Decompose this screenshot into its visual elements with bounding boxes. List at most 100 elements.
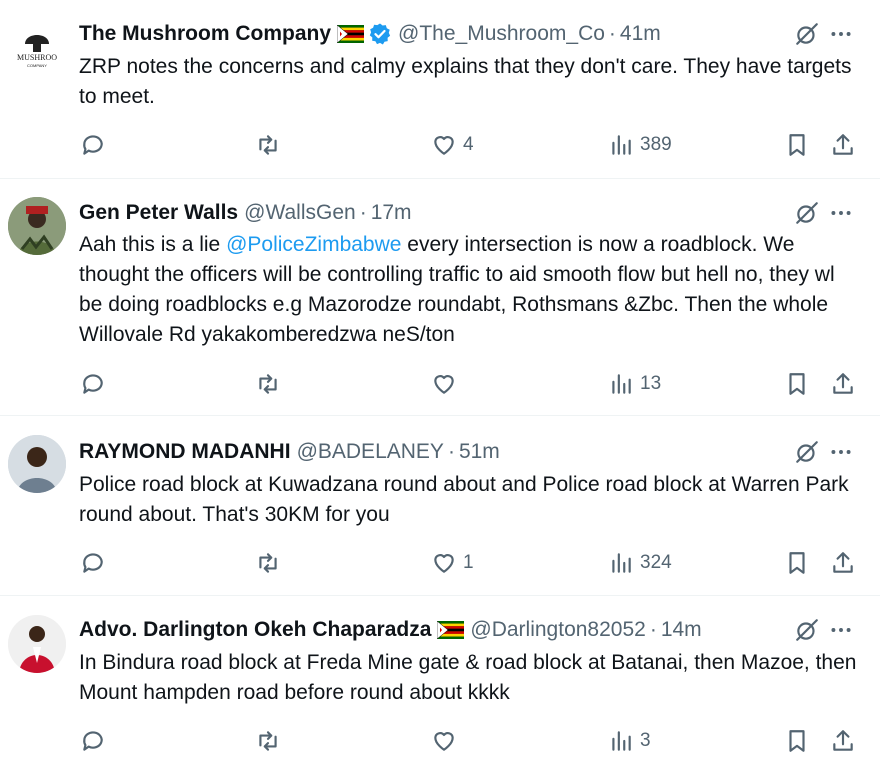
user-avatar-icon bbox=[8, 615, 66, 673]
handle[interactable]: @WallsGen bbox=[244, 201, 356, 225]
zimbabwe-flag-icon bbox=[437, 621, 465, 639]
reply-button[interactable] bbox=[80, 130, 106, 160]
views-icon bbox=[612, 553, 631, 573]
tweet[interactable]: Gen Peter Walls @WallsGen · 17m Aah this… bbox=[0, 179, 880, 416]
timestamp[interactable]: 51m bbox=[459, 440, 500, 464]
like-button[interactable] bbox=[431, 726, 457, 756]
bookmark-button[interactable] bbox=[784, 726, 810, 756]
timestamp[interactable]: 41m bbox=[620, 22, 661, 46]
views-icon bbox=[612, 731, 631, 751]
reply-button[interactable] bbox=[80, 726, 106, 756]
share-button[interactable] bbox=[830, 369, 856, 399]
more-icon[interactable] bbox=[828, 21, 854, 47]
zimbabwe-flag-icon bbox=[337, 25, 365, 43]
tweet-header: The Mushroom Company @The_Mushroom_Co · … bbox=[79, 20, 880, 48]
like-count: 1 bbox=[463, 552, 474, 573]
more-icon[interactable] bbox=[828, 439, 854, 465]
views-icon bbox=[612, 374, 631, 394]
like-button[interactable]: 4 bbox=[431, 130, 474, 160]
reply-icon bbox=[83, 135, 103, 155]
grok-icon[interactable] bbox=[794, 439, 820, 465]
views-button[interactable]: 389 bbox=[608, 130, 672, 160]
more-icon[interactable] bbox=[828, 617, 854, 643]
avatar[interactable] bbox=[8, 435, 66, 493]
bookmark-button[interactable] bbox=[784, 369, 810, 399]
display-name[interactable]: RAYMOND MADANHI bbox=[79, 440, 291, 464]
bookmark-icon bbox=[789, 552, 805, 574]
grok-icon[interactable] bbox=[794, 617, 820, 643]
heart-icon bbox=[434, 375, 454, 394]
action-bar: 1 324 bbox=[79, 548, 860, 578]
handle[interactable]: @BADELANEY bbox=[297, 440, 444, 464]
retweet-button[interactable] bbox=[255, 548, 281, 578]
separator: · bbox=[608, 22, 616, 45]
separator: · bbox=[649, 618, 657, 641]
share-icon bbox=[833, 134, 853, 155]
bookmark-icon bbox=[789, 134, 805, 156]
timestamp[interactable]: 14m bbox=[661, 618, 702, 642]
view-count: 324 bbox=[640, 552, 672, 573]
share-button[interactable] bbox=[830, 548, 856, 578]
share-button[interactable] bbox=[830, 130, 856, 160]
views-icon bbox=[612, 135, 631, 155]
action-bar: 4 389 bbox=[79, 130, 860, 160]
like-button[interactable] bbox=[431, 369, 457, 399]
tweet-feed: MUSHROO COMPANY The Mushroom Company @Th… bbox=[0, 0, 886, 775]
avatar[interactable]: MUSHROO COMPANY bbox=[8, 18, 66, 76]
heart-icon bbox=[434, 136, 454, 155]
svg-text:MUSHROO: MUSHROO bbox=[17, 53, 57, 62]
view-count: 13 bbox=[640, 373, 662, 394]
display-name[interactable]: Gen Peter Walls bbox=[79, 201, 238, 225]
verified-badge-icon bbox=[369, 23, 391, 45]
share-icon bbox=[833, 552, 853, 573]
bookmark-button[interactable] bbox=[784, 548, 810, 578]
retweet-button[interactable] bbox=[255, 369, 281, 399]
mushroom-logo-icon: MUSHROO COMPANY bbox=[8, 18, 66, 76]
like-count: 4 bbox=[463, 134, 474, 155]
tweet-text: ZRP notes the concerns and calmy explain… bbox=[79, 52, 860, 112]
tweet-text-body: ZRP notes the concerns and calmy explain… bbox=[79, 55, 852, 108]
reply-icon bbox=[83, 374, 103, 394]
timestamp[interactable]: 17m bbox=[371, 201, 412, 225]
separator: · bbox=[359, 201, 367, 224]
bookmark-icon bbox=[789, 373, 805, 395]
reply-icon bbox=[83, 731, 103, 751]
grok-icon[interactable] bbox=[794, 200, 820, 226]
tweet-text: Police road block at Kuwadzana round abo… bbox=[79, 470, 860, 530]
tweet-text-body: Aah this is a lie bbox=[79, 233, 227, 256]
display-name[interactable]: The Mushroom Company bbox=[79, 22, 331, 46]
reply-button[interactable] bbox=[80, 548, 106, 578]
tweet-text: In Bindura road block at Freda Mine gate… bbox=[79, 648, 860, 708]
tweet[interactable]: Advo. Darlington Okeh Chaparadza @Darlin… bbox=[0, 596, 880, 775]
retweet-button[interactable] bbox=[255, 130, 281, 160]
retweet-button[interactable] bbox=[255, 726, 281, 756]
reply-button[interactable] bbox=[80, 369, 106, 399]
handle[interactable]: @The_Mushroom_Co bbox=[398, 22, 605, 46]
svg-text:COMPANY: COMPANY bbox=[27, 63, 47, 68]
mention-link[interactable]: @PoliceZimbabwe bbox=[226, 233, 401, 256]
display-name[interactable]: Advo. Darlington Okeh Chaparadza bbox=[79, 618, 431, 642]
views-button[interactable]: 324 bbox=[608, 548, 672, 578]
retweet-icon bbox=[259, 374, 277, 394]
handle[interactable]: @Darlington82052 bbox=[470, 618, 645, 642]
heart-icon bbox=[434, 732, 454, 751]
views-button[interactable]: 13 bbox=[608, 369, 661, 399]
retweet-icon bbox=[259, 135, 277, 155]
share-icon bbox=[833, 373, 853, 394]
tweet-text: Aah this is a lie @PoliceZimbabwe every … bbox=[79, 230, 860, 350]
share-icon bbox=[833, 730, 853, 751]
avatar[interactable] bbox=[8, 615, 66, 673]
share-button[interactable] bbox=[830, 726, 856, 756]
bookmark-button[interactable] bbox=[784, 130, 810, 160]
heart-icon bbox=[434, 554, 454, 573]
like-button[interactable]: 1 bbox=[431, 548, 474, 578]
grok-icon[interactable] bbox=[794, 21, 820, 47]
tweet[interactable]: RAYMOND MADANHI @BADELANEY · 51m Police … bbox=[0, 416, 880, 596]
avatar[interactable] bbox=[8, 197, 66, 255]
tweet[interactable]: MUSHROO COMPANY The Mushroom Company @Th… bbox=[0, 0, 880, 179]
tweet-header: Gen Peter Walls @WallsGen · 17m bbox=[79, 199, 880, 227]
views-button[interactable]: 3 bbox=[608, 726, 651, 756]
more-icon[interactable] bbox=[828, 200, 854, 226]
action-bar: 13 bbox=[79, 369, 860, 399]
user-avatar-icon bbox=[8, 435, 66, 493]
